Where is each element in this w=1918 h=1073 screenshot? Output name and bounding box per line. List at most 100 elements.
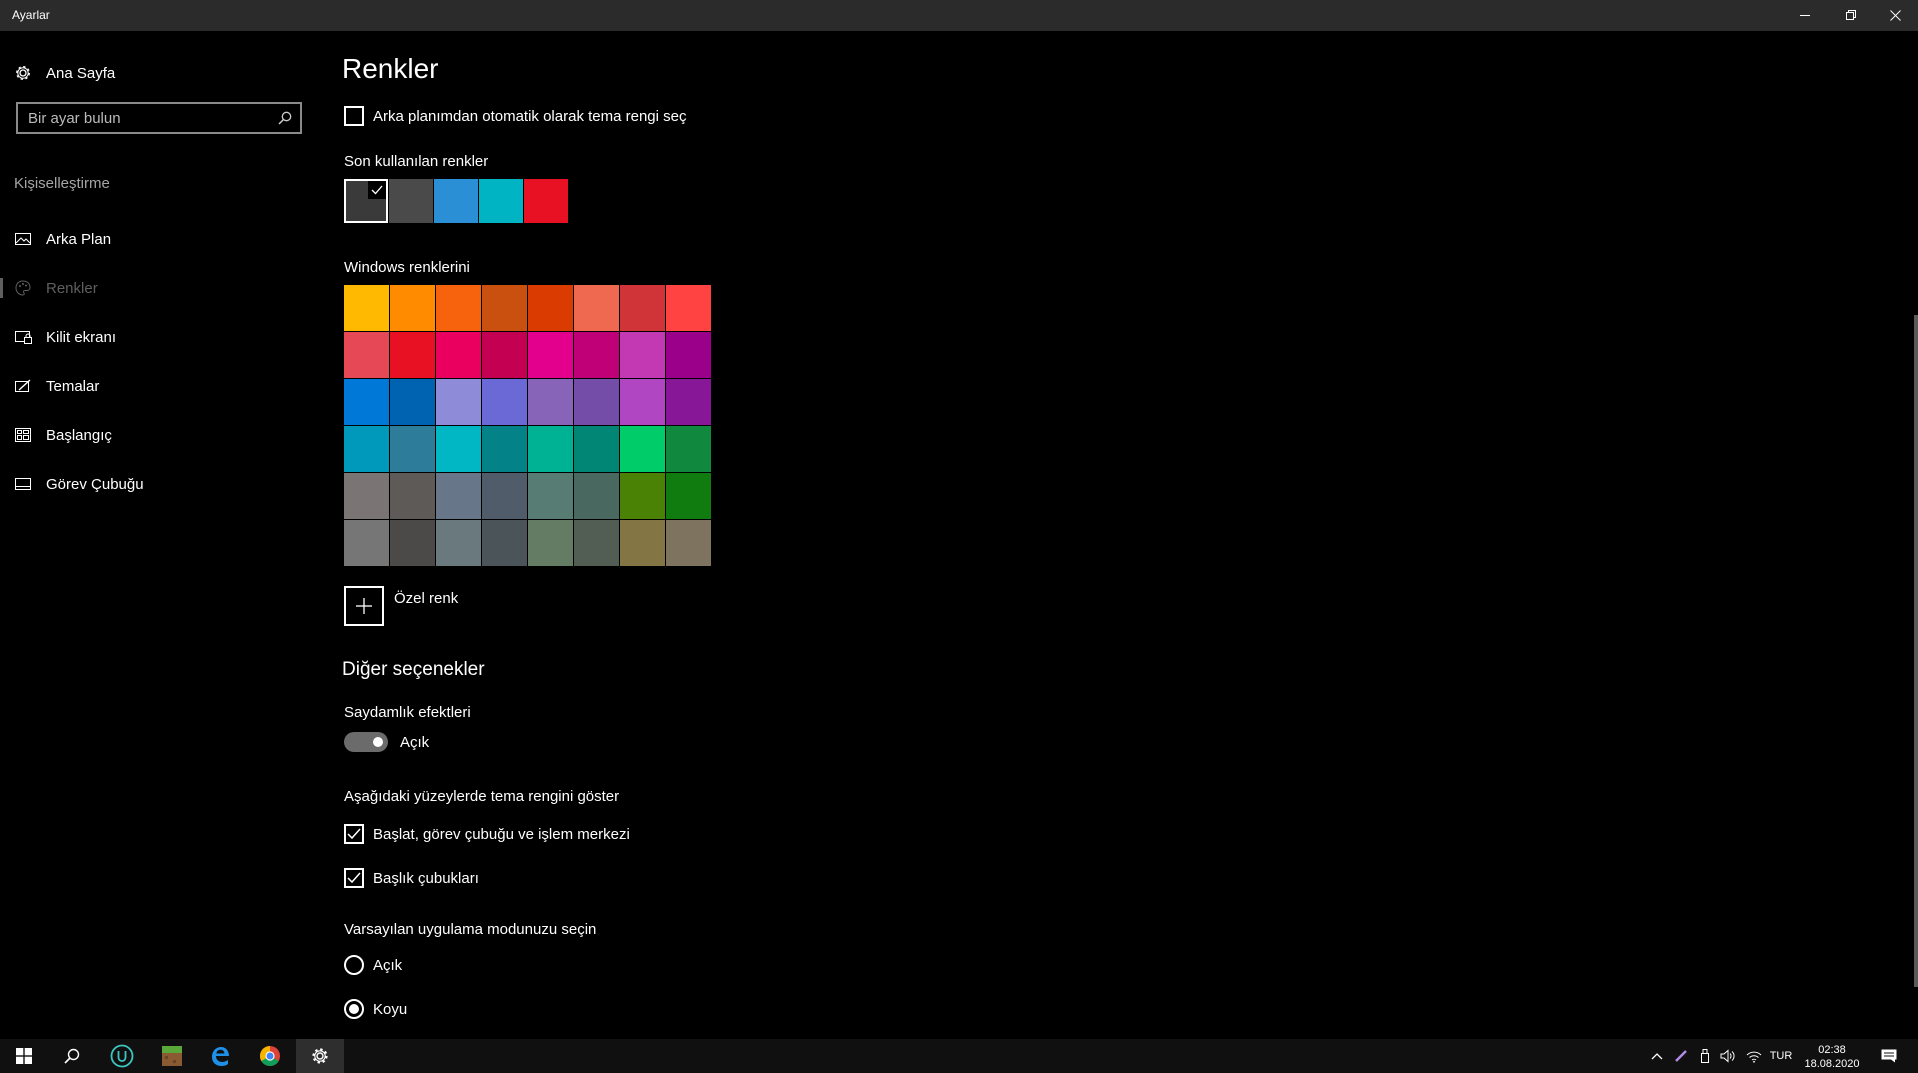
- surface-titlebars-checkbox[interactable]: Başlık çubukları: [344, 868, 479, 888]
- color-swatch[interactable]: [574, 285, 619, 331]
- notification-icon[interactable]: [1872, 1039, 1906, 1073]
- minimize-button[interactable]: [1782, 0, 1828, 31]
- color-swatch[interactable]: [436, 520, 481, 566]
- clock[interactable]: 02:38 18.08.2020: [1796, 1043, 1868, 1071]
- sidebar-item-themes[interactable]: Temalar: [0, 368, 320, 404]
- checkmark-icon: [347, 872, 361, 884]
- color-swatch[interactable]: [574, 332, 619, 378]
- search-input[interactable]: [18, 108, 270, 128]
- color-swatch[interactable]: [666, 520, 711, 566]
- color-swatch[interactable]: [528, 520, 573, 566]
- color-swatch[interactable]: [574, 379, 619, 425]
- color-swatch[interactable]: [390, 379, 435, 425]
- color-swatch[interactable]: [528, 285, 573, 331]
- recent-color-swatch[interactable]: [344, 179, 388, 223]
- wifi-icon[interactable]: [1742, 1039, 1766, 1073]
- restore-button[interactable]: [1828, 0, 1874, 31]
- color-swatch[interactable]: [344, 473, 389, 519]
- sidebar-item-start[interactable]: Başlangıç: [0, 417, 320, 453]
- radio-circle[interactable]: [344, 955, 364, 975]
- plus-icon[interactable]: [344, 586, 384, 626]
- color-swatch[interactable]: [528, 332, 573, 378]
- color-swatch[interactable]: [390, 285, 435, 331]
- scrollbar[interactable]: [1914, 315, 1918, 987]
- color-swatch[interactable]: [666, 285, 711, 331]
- color-swatch[interactable]: [436, 379, 481, 425]
- home-link[interactable]: Ana Sayfa: [14, 64, 115, 82]
- language-indicator[interactable]: TUR: [1768, 1039, 1794, 1073]
- color-swatch[interactable]: [574, 473, 619, 519]
- recent-color-swatch[interactable]: [479, 179, 523, 223]
- minecraft-icon[interactable]: [148, 1039, 196, 1073]
- color-swatch[interactable]: [344, 379, 389, 425]
- selection-indicator: [0, 278, 3, 298]
- color-swatch[interactable]: [620, 426, 665, 472]
- auto-accent-checkbox[interactable]: Arka planımdan otomatik olarak tema reng…: [344, 106, 686, 126]
- color-swatch[interactable]: [482, 379, 527, 425]
- custom-color-button[interactable]: Özel renk: [344, 586, 458, 626]
- color-swatch[interactable]: [620, 332, 665, 378]
- color-swatch[interactable]: [436, 426, 481, 472]
- checkbox-box[interactable]: [344, 824, 364, 844]
- app-u-icon[interactable]: [98, 1039, 146, 1073]
- start-icon: [14, 426, 32, 444]
- sidebar-item-taskbar[interactable]: Görev Çubuğu: [0, 466, 320, 502]
- color-swatch[interactable]: [574, 426, 619, 472]
- sidebar-item-lock-screen[interactable]: Kilit ekranı: [0, 319, 320, 355]
- color-swatch[interactable]: [390, 426, 435, 472]
- color-swatch[interactable]: [344, 285, 389, 331]
- sidebar-item-colors[interactable]: Renkler: [0, 270, 320, 306]
- color-swatch[interactable]: [620, 520, 665, 566]
- color-swatch[interactable]: [436, 473, 481, 519]
- close-button[interactable]: [1872, 0, 1918, 31]
- usb-drive-icon[interactable]: [1694, 1039, 1716, 1073]
- radio-circle[interactable]: [344, 999, 364, 1019]
- recent-color-swatch[interactable]: [524, 179, 568, 223]
- color-swatch[interactable]: [620, 379, 665, 425]
- color-swatch[interactable]: [436, 285, 481, 331]
- color-swatch[interactable]: [666, 379, 711, 425]
- color-swatch[interactable]: [344, 332, 389, 378]
- recent-color-swatch[interactable]: [389, 179, 433, 223]
- color-swatch[interactable]: [620, 285, 665, 331]
- color-swatch[interactable]: [666, 473, 711, 519]
- color-swatch[interactable]: [482, 520, 527, 566]
- transparency-toggle-row[interactable]: Açık: [344, 732, 429, 752]
- chrome-icon[interactable]: [246, 1039, 294, 1073]
- settings-taskbar-button[interactable]: [296, 1039, 344, 1073]
- volume-icon[interactable]: [1716, 1039, 1740, 1073]
- checkbox-box[interactable]: [344, 868, 364, 888]
- app-mode-light-radio[interactable]: Açık: [344, 955, 402, 975]
- color-swatch[interactable]: [574, 520, 619, 566]
- color-swatch[interactable]: [666, 332, 711, 378]
- window-title: Ayarlar: [12, 8, 50, 22]
- search-box[interactable]: [16, 102, 302, 134]
- color-swatch[interactable]: [390, 332, 435, 378]
- color-swatch[interactable]: [482, 332, 527, 378]
- color-swatch[interactable]: [528, 379, 573, 425]
- color-swatch[interactable]: [436, 332, 481, 378]
- pen-icon[interactable]: [1670, 1039, 1692, 1073]
- color-swatch[interactable]: [482, 426, 527, 472]
- transparency-toggle[interactable]: [344, 732, 388, 752]
- color-swatch[interactable]: [482, 473, 527, 519]
- color-swatch[interactable]: [482, 285, 527, 331]
- color-swatch[interactable]: [666, 426, 711, 472]
- color-swatch[interactable]: [528, 426, 573, 472]
- app-mode-dark-radio[interactable]: Koyu: [344, 999, 407, 1019]
- search-icon[interactable]: [270, 111, 300, 125]
- chevron-up-icon[interactable]: [1646, 1039, 1668, 1073]
- color-swatch[interactable]: [344, 520, 389, 566]
- sidebar-item-background[interactable]: Arka Plan: [0, 221, 320, 257]
- color-swatch[interactable]: [344, 426, 389, 472]
- color-swatch[interactable]: [390, 473, 435, 519]
- recent-color-swatch[interactable]: [434, 179, 478, 223]
- search-button[interactable]: [48, 1039, 96, 1073]
- color-swatch[interactable]: [620, 473, 665, 519]
- surface-start-checkbox[interactable]: Başlat, görev çubuğu ve işlem merkezi: [344, 824, 630, 844]
- checkbox-box[interactable]: [344, 106, 364, 126]
- color-swatch[interactable]: [390, 520, 435, 566]
- start-button[interactable]: [0, 1039, 48, 1073]
- color-swatch[interactable]: [528, 473, 573, 519]
- edge-icon[interactable]: [196, 1039, 244, 1073]
